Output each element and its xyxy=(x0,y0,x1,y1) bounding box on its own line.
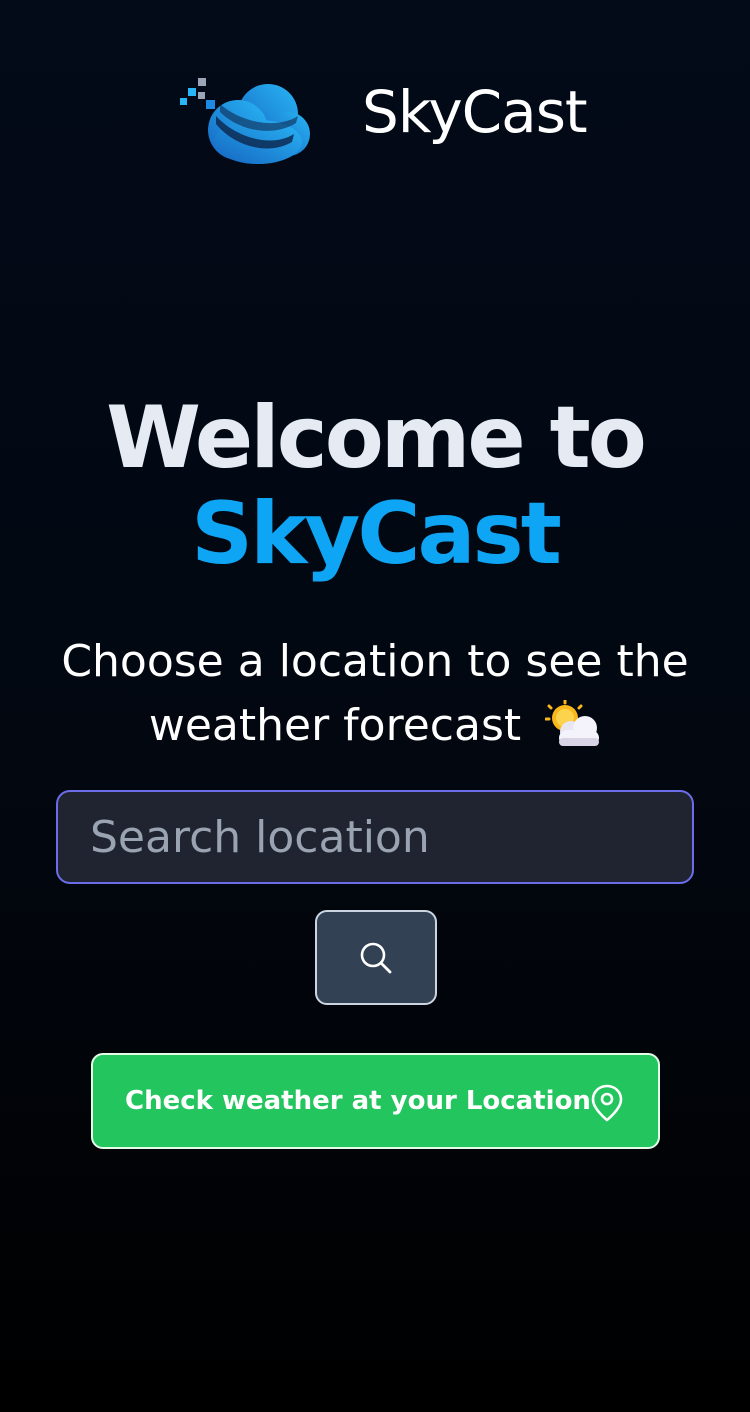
subtitle-line1: Choose a location to see the xyxy=(61,636,689,687)
welcome-heading: Welcome to SkyCast xyxy=(0,390,750,582)
subtitle-line2: weather forecast xyxy=(148,700,522,751)
subtitle: Choose a location to see the weather for… xyxy=(0,630,750,758)
welcome-heading-brand: SkyCast xyxy=(191,484,562,584)
check-location-weather-button[interactable]: Check weather at your Location xyxy=(91,1053,660,1149)
brand-name: SkyCast xyxy=(362,78,588,146)
map-pin-icon xyxy=(591,1084,623,1122)
search-button[interactable] xyxy=(315,910,437,1005)
cloud-logo-icon xyxy=(180,78,310,164)
sun-behind-cloud-icon xyxy=(545,700,600,746)
check-location-weather-label: Check weather at your Location xyxy=(125,1086,591,1116)
subtitle-line2-wrap: weather forecast xyxy=(0,694,750,758)
search-icon xyxy=(360,942,392,973)
welcome-heading-line1: Welcome to xyxy=(106,388,647,488)
app-header: SkyCast xyxy=(0,70,750,170)
search-input[interactable] xyxy=(56,790,694,884)
